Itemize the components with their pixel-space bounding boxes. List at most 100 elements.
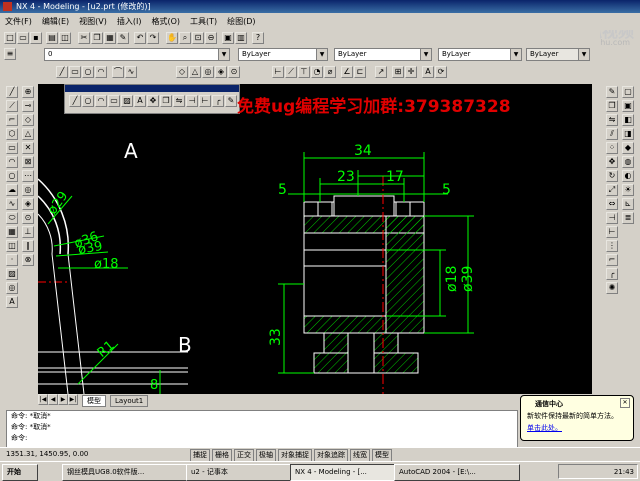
snap-tangent-icon[interactable]: ⊙ [228,66,240,78]
tab-next-icon[interactable]: ▶ [58,394,68,405]
close-icon[interactable]: ✕ [620,398,630,408]
linetype-select[interactable]: ByLayer ▼ [334,48,432,61]
region-icon[interactable]: ◎ [6,282,18,294]
trim-icon[interactable]: ⊣ [606,212,618,224]
tab-first-icon[interactable]: |◀ [38,394,48,405]
draw-line-icon[interactable]: ╱ [6,86,18,98]
ft-erase-icon[interactable]: ✎ [225,95,237,107]
copy-icon[interactable]: ❐ [91,32,103,44]
arc-icon[interactable]: ◠ [95,66,107,78]
design-center-icon[interactable]: ▥ [235,32,247,44]
ellipse-icon[interactable]: ⬭ [6,212,18,224]
snap-mid-icon[interactable]: △ [22,128,34,140]
ft-circle-icon[interactable]: ○ [82,95,94,107]
snap-endpoint-icon[interactable]: ◇ [176,66,188,78]
ft-text-icon[interactable]: A [134,95,146,107]
dim-diameter-icon[interactable]: ⌀ [324,66,336,78]
snap-tan-icon[interactable]: ⊙ [22,212,34,224]
stretch-icon[interactable]: ⇔ [606,198,618,210]
menu-insert[interactable]: 插入(I) [112,13,147,30]
menu-draw[interactable]: 绘图(D) [222,13,260,30]
ft-copy-icon[interactable]: ❐ [160,95,172,107]
fillet-icon[interactable]: ╭ [606,268,618,280]
ucs-icon[interactable]: ⊾ [622,198,634,210]
array-icon[interactable]: ⁘ [606,142,618,154]
hatch-icon[interactable]: ▨ [6,268,18,280]
dim-aligned-icon[interactable]: ⟋ [285,66,297,78]
polyline-icon[interactable]: ⌒ [112,66,124,78]
taskbar-item-1[interactable]: 钢丝模具UG8.0软件版... [62,464,192,481]
dim-angular-icon[interactable]: ∠ [341,66,353,78]
zoom-icon[interactable]: ⌕ [179,32,191,44]
make-block-icon[interactable]: ◫ [6,240,18,252]
view-front-icon[interactable]: ▣ [622,100,634,112]
menu-tools[interactable]: 工具(T) [185,13,222,30]
explode-icon[interactable]: ✺ [606,282,618,294]
ft-move-icon[interactable]: ✥ [147,95,159,107]
snap-int-icon[interactable]: ✕ [22,142,34,154]
zoom-previous-icon[interactable]: ⊖ [205,32,217,44]
match-icon[interactable]: ✎ [117,32,129,44]
rectangle-tool-icon[interactable]: ▭ [6,142,18,154]
snap-ext-icon[interactable]: ⋯ [22,170,34,182]
tab-model[interactable]: 模型 [82,395,106,407]
cut-icon[interactable]: ✂ [78,32,90,44]
ft-arc-icon[interactable]: ◠ [95,95,107,107]
command-prompt[interactable]: 命令: [7,433,517,444]
snap-quadrant-icon[interactable]: ◈ [215,66,227,78]
lineweight-select[interactable]: ByLayer ▼ [438,48,522,61]
ft-rect-icon[interactable]: ▭ [108,95,120,107]
point-icon[interactable]: · [6,254,18,266]
taskbar-item-4[interactable]: AutoCAD 2004 - [E:\... [394,464,520,481]
ft-line-icon[interactable]: ╱ [69,95,81,107]
dim-edit-icon[interactable]: A [422,66,434,78]
dim-ordinate-icon[interactable]: ⊤ [298,66,310,78]
spline-icon[interactable]: ∿ [125,66,137,78]
snap-center-icon[interactable]: ◎ [202,66,214,78]
snap-par-icon[interactable]: ∥ [22,240,34,252]
leader-icon[interactable]: ↗ [375,66,387,78]
erase-icon[interactable]: ✎ [606,86,618,98]
move-icon[interactable]: ✥ [606,156,618,168]
snap-quad-icon[interactable]: ◈ [22,198,34,210]
balloon-link[interactable]: 单击此处。 [527,423,562,433]
ft-extend-icon[interactable]: ⊢ [199,95,211,107]
center-mark-icon[interactable]: ✛ [405,66,417,78]
redo-icon[interactable]: ↷ [147,32,159,44]
snap-cen-icon[interactable]: ◎ [22,184,34,196]
render-icon[interactable]: ☀ [622,184,634,196]
taskbar-item-3[interactable]: NX 4 - Modeling - [... [290,464,400,481]
chamfer-icon[interactable]: ⌐ [606,254,618,266]
shade-icon[interactable]: ◐ [622,170,634,182]
start-button[interactable]: 开始 [2,464,38,481]
insert-block-icon[interactable]: ▦ [6,226,18,238]
layer-select[interactable]: 0 ▼ [44,48,230,61]
save-icon[interactable]: ▪ [30,32,42,44]
menu-view[interactable]: 视图(V) [74,13,112,30]
floating-toolbar-titlebar[interactable] [65,85,239,92]
snap-node-icon[interactable]: ⊗ [22,254,34,266]
polygon-icon[interactable]: ⬡ [6,128,18,140]
taskbar-item-2[interactable]: u2 - 记事本 [186,464,296,481]
offset-icon[interactable]: ⫽ [606,128,618,140]
tab-prev-icon[interactable]: ◀ [48,394,58,405]
revcloud-icon[interactable]: ☁ [6,184,18,196]
tab-layout1[interactable]: Layout1 [110,395,149,407]
ft-mirror-icon[interactable]: ⇋ [173,95,185,107]
ft-hatch-icon[interactable]: ▨ [121,95,133,107]
view-right-icon[interactable]: ◨ [622,128,634,140]
open-icon[interactable]: ▭ [17,32,29,44]
tab-last-icon[interactable]: ▶| [68,394,78,405]
drawing-canvas[interactable]: ø29 ø36 ø39 ø18 R1 8 A B 34 23 17 5 5 ø1… [38,84,592,394]
line-icon[interactable]: ╱ [56,66,68,78]
snap-per-icon[interactable]: ⊥ [22,226,34,238]
rectangle-icon[interactable]: ▭ [69,66,81,78]
mirror-icon[interactable]: ⇋ [606,114,618,126]
arc-tool-icon[interactable]: ◠ [6,156,18,168]
circle-tool-icon[interactable]: ○ [6,170,18,182]
snap-end-icon[interactable]: ◇ [22,114,34,126]
color-select[interactable]: ByLayer ▼ [238,48,328,61]
copy-object-icon[interactable]: ❐ [606,100,618,112]
layer-manager-icon[interactable]: ≡ [4,48,16,60]
orbit-icon[interactable]: ◍ [622,156,634,168]
